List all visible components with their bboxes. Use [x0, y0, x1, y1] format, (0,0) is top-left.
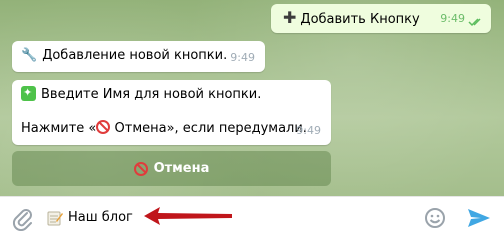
incoming-message: 🔧 Добавление новой кнопки. 9:49 [12, 41, 265, 72]
wrench-icon: 🔧 [21, 48, 38, 63]
message-line: Введите Имя для новой кнопки. [21, 84, 322, 104]
message-input[interactable]: Наш блог [68, 210, 133, 225]
read-ticks-icon [468, 18, 481, 27]
no-entry-icon [96, 120, 111, 134]
incoming-message-time: 9:49 [296, 124, 321, 137]
message-line-text: Отмена [110, 121, 167, 136]
red-arrow-icon [144, 207, 232, 225]
message-line-text: Введите Имя для новой кнопки. [41, 87, 262, 102]
incoming-message: Введите Имя для новой кнопки. Нажмите « … [12, 80, 331, 145]
message-line: Нажмите « Отмена», если передумали. [21, 120, 322, 138]
message-line-text: », если передумали. [166, 121, 307, 136]
cancel-button-label: Отмена [153, 161, 210, 176]
plus-icon: ✚ [283, 8, 297, 27]
sparkle-icon [21, 84, 36, 102]
smile-icon[interactable] [424, 207, 446, 229]
outgoing-message: ✚ Добавить Кнопку 9:49 [271, 4, 491, 33]
chat-area: ✚ Добавить Кнопку 9:49 🔧 Добавление новой … [0, 0, 504, 196]
send-icon[interactable] [467, 208, 491, 228]
no-entry-icon [133, 161, 148, 176]
memo-icon [47, 211, 63, 226]
message-composer: Наш блог [0, 196, 504, 240]
incoming-message-time: 9:49 [230, 51, 255, 64]
cancel-keyboard-button[interactable]: Отмена [12, 151, 331, 186]
outgoing-message-time: 9:49 [440, 12, 465, 25]
message-line-text: Нажмите « [21, 121, 97, 136]
incoming-message-text: Добавление новой кнопки. [42, 48, 228, 63]
paperclip-icon[interactable] [12, 207, 34, 231]
outgoing-message-text: Добавить Кнопку [300, 12, 420, 27]
